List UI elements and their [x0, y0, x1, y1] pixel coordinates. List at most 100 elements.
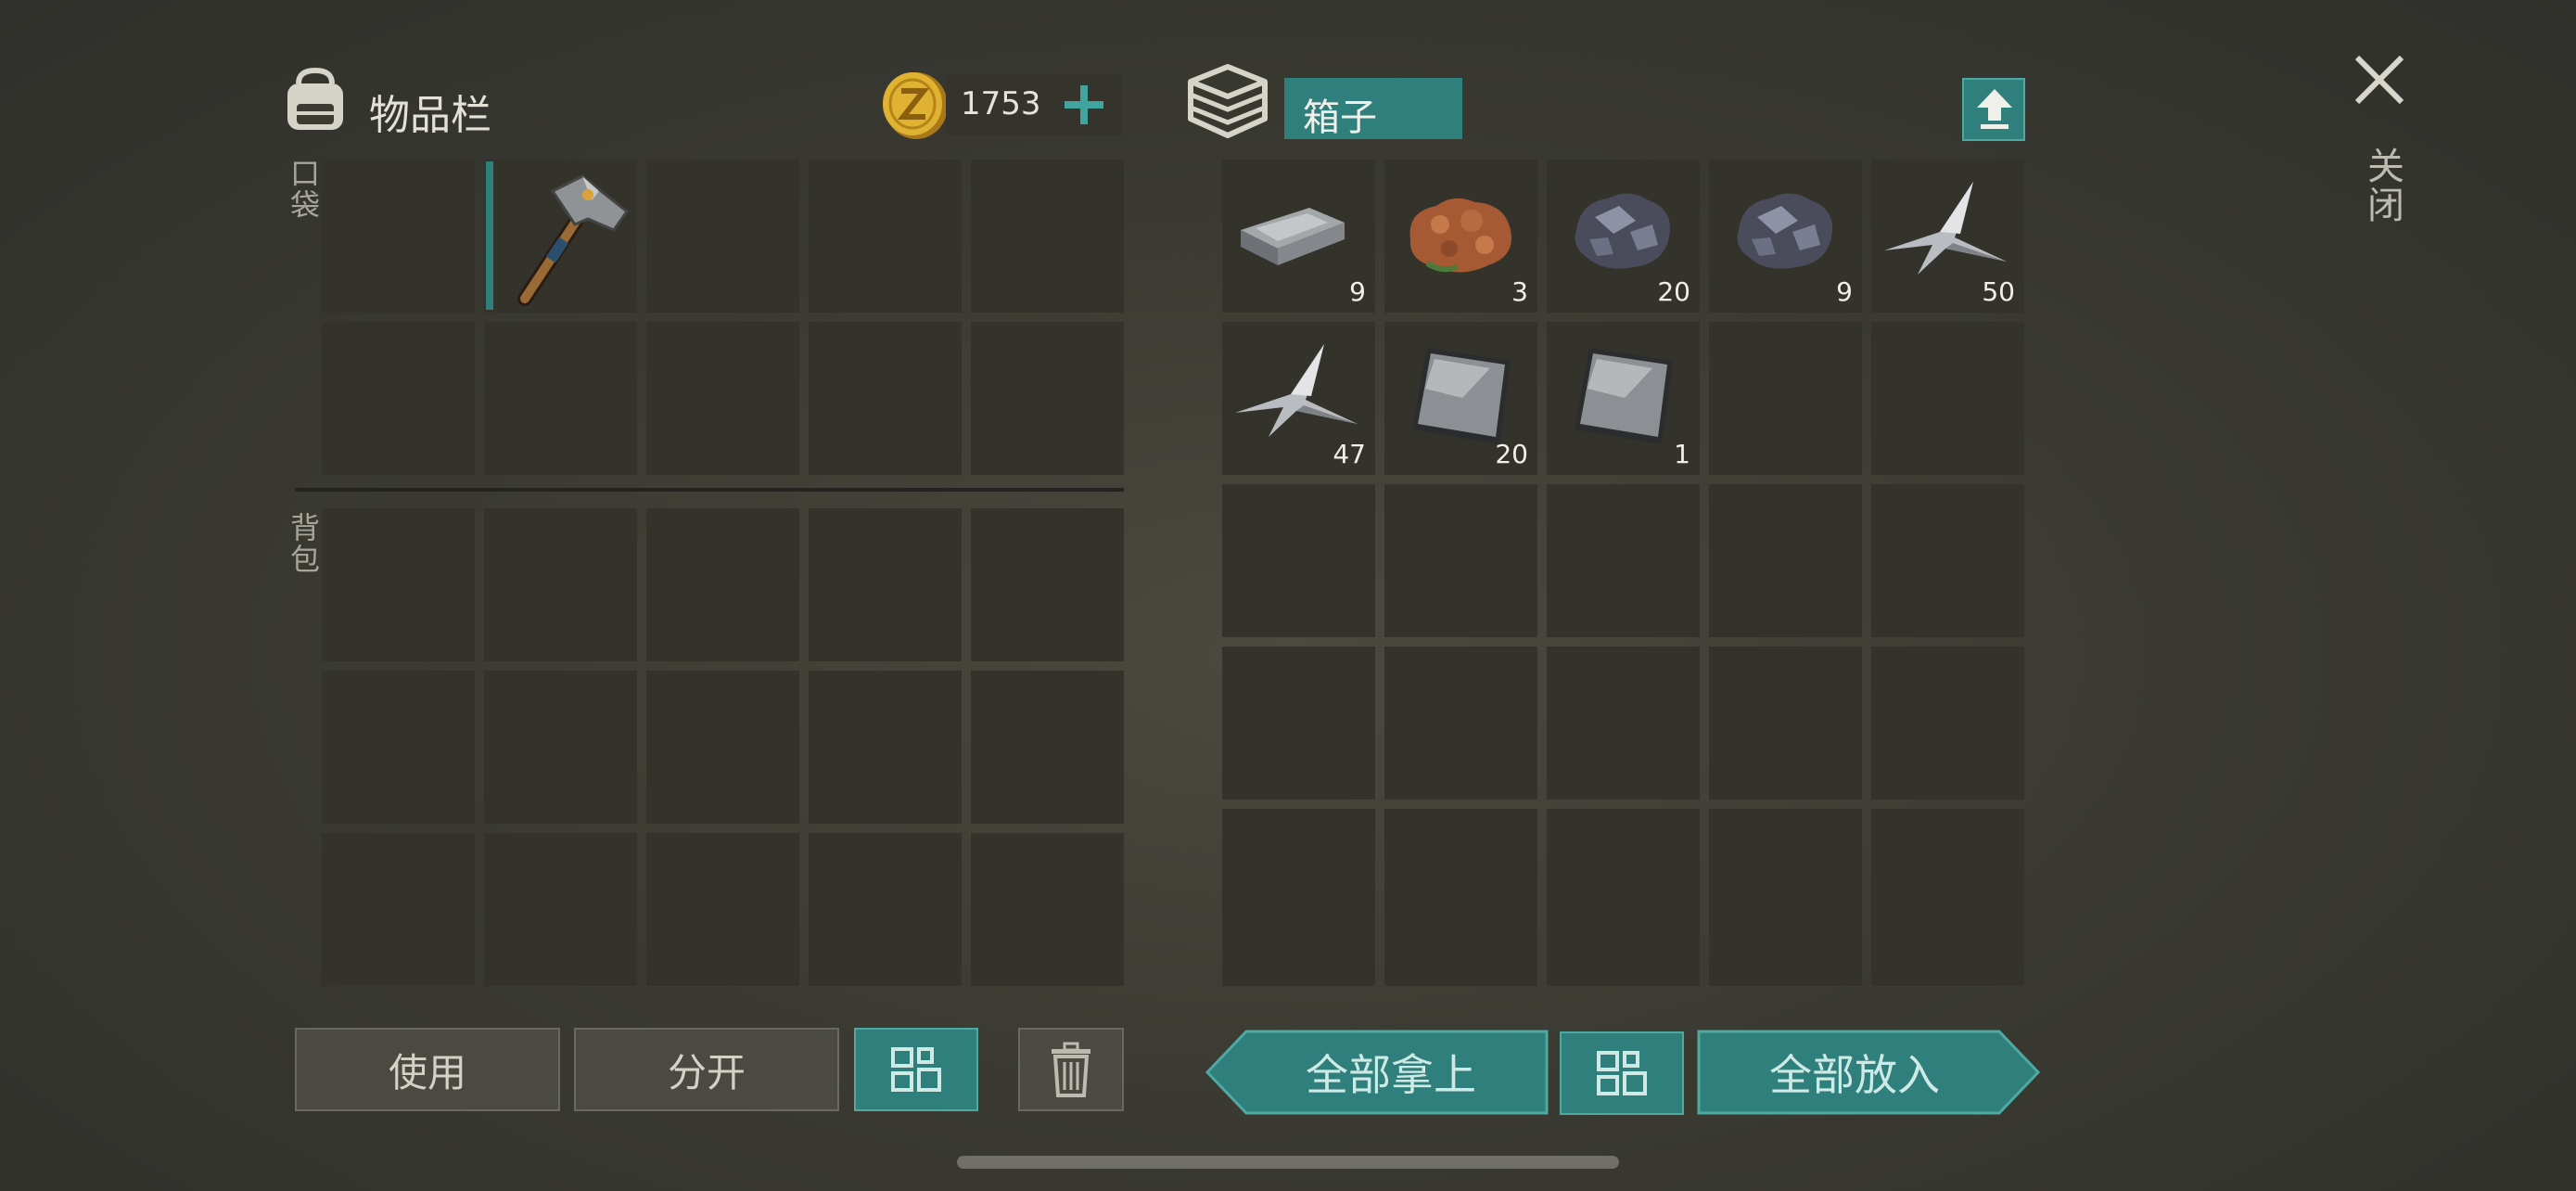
- metal-plate-icon: [1569, 342, 1678, 450]
- backpack-slot[interactable]: [971, 671, 1124, 824]
- backpack-slot[interactable]: [484, 671, 637, 824]
- pocket-slot[interactable]: [971, 160, 1124, 313]
- box-slot[interactable]: 3: [1384, 160, 1537, 313]
- grid-sort-icon: [890, 1046, 942, 1093]
- add-coins-button[interactable]: [1063, 83, 1105, 126]
- metal-plate-icon: [1407, 342, 1516, 450]
- coin-count: 1753: [961, 85, 1041, 122]
- backpack-slot[interactable]: [646, 671, 799, 824]
- backpack-slot[interactable]: [809, 508, 962, 661]
- box-slot[interactable]: [1384, 484, 1537, 637]
- item-count: 3: [1511, 276, 1528, 307]
- pocket-slot[interactable]: [646, 322, 799, 475]
- iron-ore-icon: [1567, 184, 1678, 276]
- take-all-label: 全部拿上: [1306, 1050, 1476, 1100]
- backpack-label: 背包: [286, 512, 321, 575]
- iron-ore-icon: [1729, 184, 1841, 276]
- pocket-slot[interactable]: [484, 160, 637, 313]
- box-slot[interactable]: [1222, 647, 1375, 800]
- item-count: 9: [1836, 276, 1853, 307]
- box-title-field[interactable]: 箱子: [1284, 78, 1462, 139]
- backpack-slot[interactable]: [322, 671, 475, 824]
- box-slot[interactable]: [1384, 647, 1537, 800]
- iron-ingot-icon: [1235, 187, 1350, 271]
- pocket-slot[interactable]: [484, 322, 637, 475]
- backpack-slot[interactable]: [971, 833, 1124, 986]
- box-slot[interactable]: [1709, 647, 1862, 800]
- box-slot[interactable]: [1709, 809, 1862, 962]
- item-count: 1: [1674, 439, 1690, 469]
- take-all-button[interactable]: 全部拿上: [1205, 1030, 1549, 1115]
- pocket-slot[interactable]: [971, 322, 1124, 475]
- box-slot[interactable]: [1547, 647, 1700, 800]
- backpack-slot[interactable]: [971, 508, 1124, 661]
- box-slot[interactable]: 9: [1222, 160, 1375, 313]
- box-slot[interactable]: [1871, 809, 2024, 962]
- item-count: 9: [1349, 276, 1366, 307]
- grid-sort-icon: [1596, 1050, 1648, 1096]
- item-count: 20: [1495, 439, 1528, 469]
- box-slot[interactable]: [1222, 484, 1375, 637]
- box-slot[interactable]: [1384, 809, 1537, 962]
- box-slot[interactable]: 20: [1384, 322, 1537, 475]
- box-slot[interactable]: [1709, 322, 1862, 475]
- sort-inventory-button[interactable]: [854, 1028, 978, 1111]
- close-button[interactable]: [2352, 52, 2407, 108]
- box-slot[interactable]: 50: [1871, 160, 2024, 313]
- put-all-label: 全部放入: [1769, 1050, 1940, 1100]
- box-slot[interactable]: 9: [1709, 160, 1862, 313]
- box-slot[interactable]: [1871, 322, 2024, 475]
- item-count: 50: [1982, 276, 2015, 307]
- backpack-slot[interactable]: [809, 833, 962, 986]
- pocket-slot[interactable]: [322, 160, 475, 313]
- box-slot[interactable]: [1222, 809, 1375, 962]
- box-title: 箱子: [1303, 96, 1377, 139]
- pocket-slot[interactable]: [322, 322, 475, 475]
- item-count: 20: [1657, 276, 1690, 307]
- box-slot[interactable]: 47: [1222, 322, 1375, 475]
- backpack-slot[interactable]: [484, 508, 637, 661]
- box-slot[interactable]: [1871, 955, 2024, 986]
- box-slot[interactable]: [1871, 647, 2024, 800]
- upload-button[interactable]: [1962, 78, 2025, 141]
- selected-slot-indicator: [486, 161, 493, 310]
- use-button[interactable]: 使用: [295, 1028, 560, 1111]
- section-divider: [295, 488, 1124, 492]
- pocket-label: 口袋: [286, 158, 321, 221]
- backpack-slot[interactable]: [646, 833, 799, 986]
- inventory-title: 物品栏: [369, 92, 491, 139]
- home-indicator: [957, 1156, 1619, 1169]
- backpack-slot[interactable]: [484, 833, 637, 986]
- pocket-slot[interactable]: [646, 160, 799, 313]
- pocket-slot[interactable]: [809, 322, 962, 475]
- sort-box-button[interactable]: [1560, 1031, 1684, 1115]
- backpack-slot[interactable]: [809, 671, 962, 824]
- box-slot[interactable]: 20: [1547, 160, 1700, 313]
- box-slot[interactable]: [1384, 955, 1537, 986]
- close-icon: [2352, 52, 2407, 108]
- split-button[interactable]: 分开: [574, 1028, 839, 1111]
- backpack-slot[interactable]: [322, 833, 475, 986]
- box-slot[interactable]: [1709, 484, 1862, 637]
- backpack-slot[interactable]: [322, 508, 475, 661]
- metal-scrap-icon: [1231, 340, 1361, 442]
- put-all-button[interactable]: 全部放入: [1697, 1030, 2040, 1115]
- box-slot[interactable]: [1222, 955, 1375, 986]
- box-slot[interactable]: 1: [1547, 322, 1700, 475]
- coin-icon: [879, 67, 950, 141]
- upload-arrow-icon: [1975, 87, 2014, 132]
- box-slot[interactable]: [1871, 484, 2024, 637]
- box-slot[interactable]: [1709, 955, 1862, 986]
- copper-ore-icon: [1399, 187, 1520, 280]
- backpack-icon: [280, 67, 351, 134]
- box-slot[interactable]: [1547, 809, 1700, 962]
- backpack-slot[interactable]: [646, 508, 799, 661]
- item-count: 47: [1333, 439, 1366, 469]
- pocket-slot[interactable]: [809, 160, 962, 313]
- delete-button[interactable]: [1018, 1028, 1124, 1111]
- pickaxe-icon: [497, 163, 636, 308]
- box-icon: [1185, 61, 1270, 141]
- box-slot[interactable]: [1547, 955, 1700, 986]
- box-slot[interactable]: [1547, 484, 1700, 637]
- metal-scrap-icon: [1881, 178, 2010, 280]
